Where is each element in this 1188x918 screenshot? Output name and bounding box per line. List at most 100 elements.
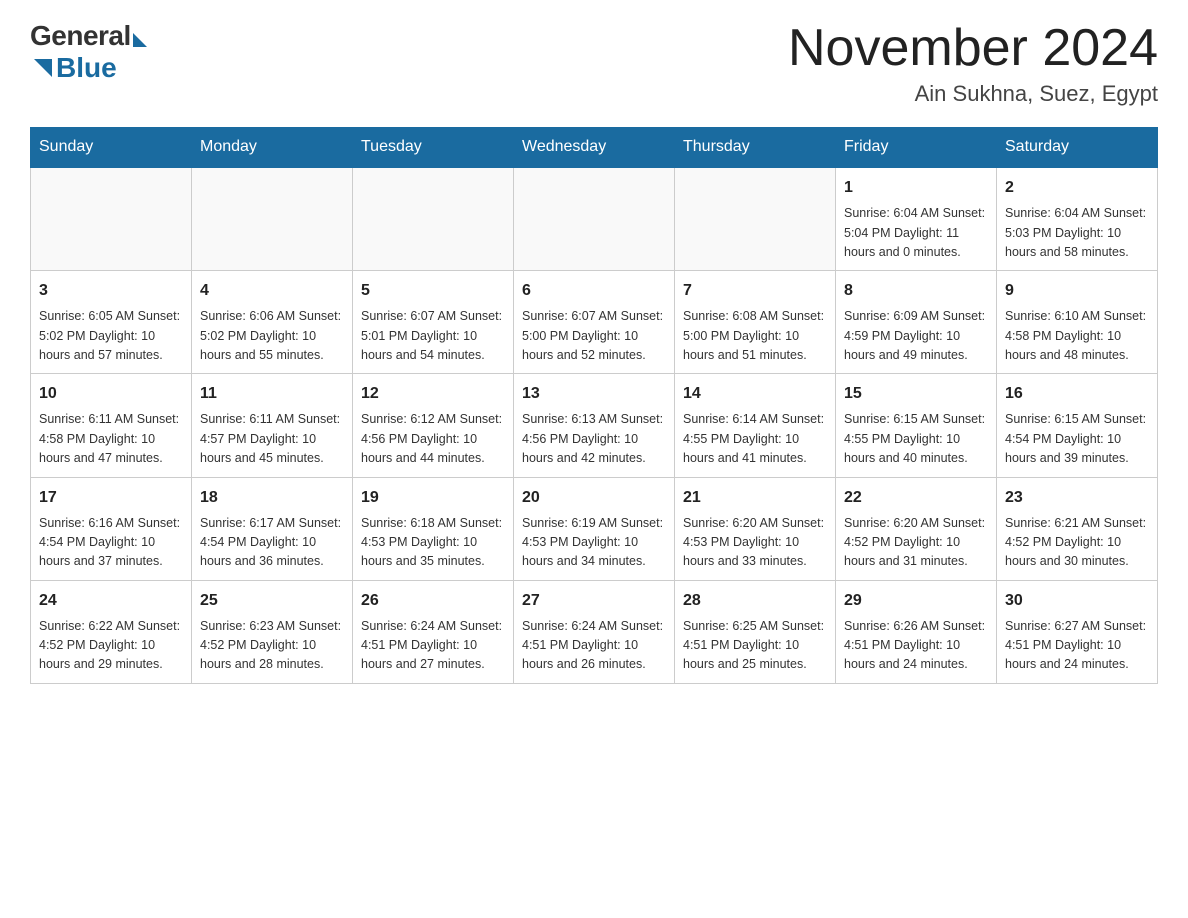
day-info: Sunrise: 6:07 AM Sunset: 5:00 PM Dayligh… — [522, 307, 666, 365]
day-info: Sunrise: 6:23 AM Sunset: 4:52 PM Dayligh… — [200, 617, 344, 675]
day-number: 30 — [1005, 589, 1149, 613]
day-info: Sunrise: 6:24 AM Sunset: 4:51 PM Dayligh… — [522, 617, 666, 675]
calendar-cell: 13Sunrise: 6:13 AM Sunset: 4:56 PM Dayli… — [514, 374, 675, 477]
day-number: 12 — [361, 382, 505, 406]
day-number: 18 — [200, 486, 344, 510]
calendar-cell: 15 Sunrise: 6:15 AM Sunset: 4:55 PM Dayli… — [836, 374, 997, 477]
day-number: 7 — [683, 279, 827, 303]
day-number: 22 — [844, 486, 988, 510]
calendar-cell: 28Sunrise: 6:25 AM Sunset: 4:51 PM Dayli… — [675, 580, 836, 683]
calendar-cell: 26Sunrise: 6:24 AM Sunset: 4:51 PM Dayli… — [353, 580, 514, 683]
day-info: Sunrise: 6:22 AM Sunset: 4:52 PM Dayligh… — [39, 617, 183, 675]
day-number: 14 — [683, 382, 827, 406]
day-number: 15 — [844, 382, 988, 406]
calendar-cell: 5 Sunrise: 6:07 AM Sunset: 5:01 PM Daylig… — [353, 271, 514, 374]
day-info: Sunrise: 6:14 AM Sunset: 4:55 PM Dayligh… — [683, 410, 827, 468]
calendar-cell: 29Sunrise: 6:26 AM Sunset: 4:51 PM Dayli… — [836, 580, 997, 683]
day-info: Sunrise: 6:05 AM Sunset: 5:02 PM Dayligh… — [39, 307, 183, 365]
calendar-cell — [353, 167, 514, 271]
page-header: General Blue November 2024 Ain Sukhna, S… — [30, 20, 1158, 107]
calendar-cell: 2 Sunrise: 6:04 AM Sunset: 5:03 PM Daylig… — [997, 167, 1158, 271]
day-info: Sunrise: 6:18 AM Sunset: 4:53 PM Dayligh… — [361, 514, 505, 572]
calendar-week-row: 1 Sunrise: 6:04 AM Sunset: 5:04 PM Daylig… — [31, 167, 1158, 271]
day-info: Sunrise: 6:21 AM Sunset: 4:52 PM Dayligh… — [1005, 514, 1149, 572]
calendar-day-header: Saturday — [997, 128, 1158, 168]
day-info: Sunrise: 6:07 AM Sunset: 5:01 PM Dayligh… — [361, 307, 505, 365]
calendar-day-header: Sunday — [31, 128, 192, 168]
calendar-day-header: Tuesday — [353, 128, 514, 168]
day-info: Sunrise: 6:15 AM Sunset: 4:54 PM Dayligh… — [1005, 410, 1149, 468]
day-number: 20 — [522, 486, 666, 510]
logo-general-text: General — [30, 20, 131, 52]
calendar-cell: 3 Sunrise: 6:05 AM Sunset: 5:02 PM Daylig… — [31, 271, 192, 374]
day-info: Sunrise: 6:11 AM Sunset: 4:57 PM Dayligh… — [200, 410, 344, 468]
calendar-cell — [675, 167, 836, 271]
calendar-subtitle: Ain Sukhna, Suez, Egypt — [788, 81, 1158, 107]
calendar-cell: 17Sunrise: 6:16 AM Sunset: 4:54 PM Dayli… — [31, 477, 192, 580]
day-number: 6 — [522, 279, 666, 303]
day-number: 17 — [39, 486, 183, 510]
day-number: 2 — [1005, 176, 1149, 200]
day-number: 10 — [39, 382, 183, 406]
calendar-day-header: Monday — [192, 128, 353, 168]
day-number: 19 — [361, 486, 505, 510]
day-info: Sunrise: 6:11 AM Sunset: 4:58 PM Dayligh… — [39, 410, 183, 468]
calendar-cell — [192, 167, 353, 271]
calendar-week-row: 10 Sunrise: 6:11 AM Sunset: 4:58 PM Dayli… — [31, 374, 1158, 477]
day-number: 21 — [683, 486, 827, 510]
calendar-cell: 30 Sunrise: 6:27 AM Sunset: 4:51 PM Dayli… — [997, 580, 1158, 683]
calendar-cell: 6 Sunrise: 6:07 AM Sunset: 5:00 PM Daylig… — [514, 271, 675, 374]
calendar-cell: 19 Sunrise: 6:18 AM Sunset: 4:53 PM Dayli… — [353, 477, 514, 580]
calendar-cell — [514, 167, 675, 271]
day-number: 3 — [39, 279, 183, 303]
day-info: Sunrise: 6:24 AM Sunset: 4:51 PM Dayligh… — [361, 617, 505, 675]
calendar-day-header: Thursday — [675, 128, 836, 168]
day-info: Sunrise: 6:06 AM Sunset: 5:02 PM Dayligh… — [200, 307, 344, 365]
calendar-day-header: Wednesday — [514, 128, 675, 168]
day-info: Sunrise: 6:08 AM Sunset: 5:00 PM Dayligh… — [683, 307, 827, 365]
day-number: 4 — [200, 279, 344, 303]
calendar-cell: 21 Sunrise: 6:20 AM Sunset: 4:53 PM Dayli… — [675, 477, 836, 580]
day-info: Sunrise: 6:20 AM Sunset: 4:52 PM Dayligh… — [844, 514, 988, 572]
calendar-cell: 27Sunrise: 6:24 AM Sunset: 4:51 PM Dayli… — [514, 580, 675, 683]
calendar-cell: 11 Sunrise: 6:11 AM Sunset: 4:57 PM Dayli… — [192, 374, 353, 477]
calendar-cell: 16 Sunrise: 6:15 AM Sunset: 4:54 PM Dayli… — [997, 374, 1158, 477]
calendar-cell: 25Sunrise: 6:23 AM Sunset: 4:52 PM Dayli… — [192, 580, 353, 683]
day-number: 24 — [39, 589, 183, 613]
calendar-day-header: Friday — [836, 128, 997, 168]
calendar-cell: 1 Sunrise: 6:04 AM Sunset: 5:04 PM Daylig… — [836, 167, 997, 271]
calendar-week-row: 17Sunrise: 6:16 AM Sunset: 4:54 PM Dayli… — [31, 477, 1158, 580]
day-number: 9 — [1005, 279, 1149, 303]
calendar-cell: 22 Sunrise: 6:20 AM Sunset: 4:52 PM Dayli… — [836, 477, 997, 580]
calendar-title: November 2024 — [788, 20, 1158, 77]
calendar-week-row: 3 Sunrise: 6:05 AM Sunset: 5:02 PM Daylig… — [31, 271, 1158, 374]
title-block: November 2024 Ain Sukhna, Suez, Egypt — [788, 20, 1158, 107]
day-number: 13 — [522, 382, 666, 406]
day-number: 16 — [1005, 382, 1149, 406]
calendar-cell: 8Sunrise: 6:09 AM Sunset: 4:59 PM Daylig… — [836, 271, 997, 374]
logo-blue-text: Blue — [56, 52, 117, 84]
day-number: 11 — [200, 382, 344, 406]
day-number: 5 — [361, 279, 505, 303]
calendar-cell: 18 Sunrise: 6:17 AM Sunset: 4:54 PM Dayli… — [192, 477, 353, 580]
day-info: Sunrise: 6:20 AM Sunset: 4:53 PM Dayligh… — [683, 514, 827, 572]
calendar-cell: 14 Sunrise: 6:14 AM Sunset: 4:55 PM Dayli… — [675, 374, 836, 477]
logo-arrow-icon — [133, 33, 147, 47]
day-number: 23 — [1005, 486, 1149, 510]
day-info: Sunrise: 6:15 AM Sunset: 4:55 PM Dayligh… — [844, 410, 988, 468]
calendar-cell: 23 Sunrise: 6:21 AM Sunset: 4:52 PM Dayli… — [997, 477, 1158, 580]
day-info: Sunrise: 6:12 AM Sunset: 4:56 PM Dayligh… — [361, 410, 505, 468]
day-info: Sunrise: 6:17 AM Sunset: 4:54 PM Dayligh… — [200, 514, 344, 572]
calendar-cell: 7 Sunrise: 6:08 AM Sunset: 5:00 PM Daylig… — [675, 271, 836, 374]
day-number: 1 — [844, 176, 988, 200]
day-info: Sunrise: 6:04 AM Sunset: 5:04 PM Dayligh… — [844, 204, 988, 262]
day-info: Sunrise: 6:04 AM Sunset: 5:03 PM Dayligh… — [1005, 204, 1149, 262]
day-number: 28 — [683, 589, 827, 613]
logo: General Blue — [30, 20, 147, 84]
day-info: Sunrise: 6:26 AM Sunset: 4:51 PM Dayligh… — [844, 617, 988, 675]
calendar-week-row: 24 Sunrise: 6:22 AM Sunset: 4:52 PM Dayli… — [31, 580, 1158, 683]
day-info: Sunrise: 6:27 AM Sunset: 4:51 PM Dayligh… — [1005, 617, 1149, 675]
calendar-header-row: SundayMondayTuesdayWednesdayThursdayFrid… — [31, 128, 1158, 168]
calendar-cell: 24 Sunrise: 6:22 AM Sunset: 4:52 PM Dayli… — [31, 580, 192, 683]
day-number: 8 — [844, 279, 988, 303]
